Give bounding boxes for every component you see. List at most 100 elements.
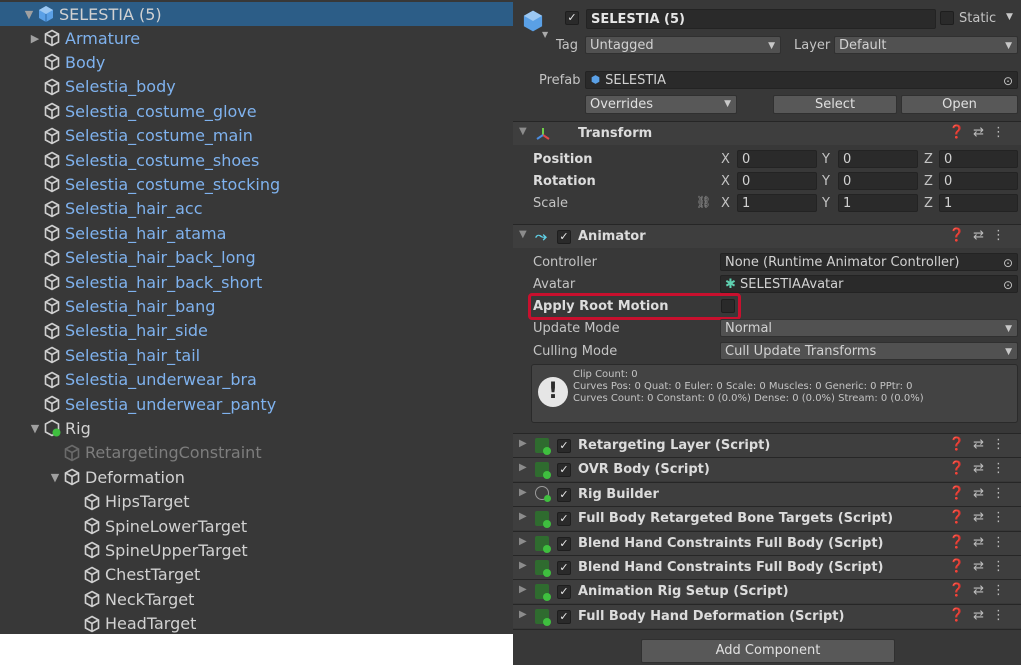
component-menu-icons[interactable]: ❓⇄⋮ <box>949 437 1013 452</box>
hierarchy-item[interactable]: Selestia_hair_bang <box>0 294 513 318</box>
hierarchy-item[interactable]: Selestia_costume_main <box>0 124 513 148</box>
hierarchy-item[interactable]: Body <box>0 50 513 74</box>
avatar-field[interactable]: ✱ SELESTIAAvatar ⊙ <box>720 275 1018 293</box>
hierarchy-item[interactable]: Selestia_underwear_panty <box>0 392 513 416</box>
hierarchy-item[interactable]: Selestia_underwear_bra <box>0 368 513 392</box>
static-checkbox[interactable] <box>940 11 954 25</box>
foldout-closed-icon[interactable]: ▶ <box>519 511 527 522</box>
hierarchy-item[interactable]: RetargetingConstraint <box>0 441 513 465</box>
hierarchy-item[interactable]: Selestia_hair_acc <box>0 197 513 221</box>
animator-header[interactable]: ▼ ⤳ ✓ Animator ❓⇄⋮ <box>513 224 1021 248</box>
component-header[interactable]: ▶ ✓ OVR Body (Script) ❓⇄⋮ <box>513 457 1021 482</box>
component-enabled-checkbox[interactable]: ✓ <box>557 512 571 527</box>
scale-z-field[interactable]: 1 <box>939 194 1018 212</box>
object-picker-icon[interactable]: ⊙ <box>1003 254 1013 270</box>
open-button[interactable]: Open <box>901 95 1018 114</box>
link-icon[interactable]: ⛓ <box>696 195 711 209</box>
hierarchy-item[interactable]: Selestia_hair_tail <box>0 343 513 367</box>
active-checkbox[interactable]: ✓ <box>565 11 579 25</box>
foldout-closed-icon[interactable]: ▶ <box>519 560 527 571</box>
component-menu-icons[interactable]: ❓⇄⋮ <box>949 510 1013 525</box>
hierarchy-item[interactable]: ▼ Deformation <box>0 465 513 489</box>
component-menu-icons[interactable]: ❓⇄⋮ <box>949 583 1013 598</box>
culling-mode-dropdown[interactable]: Cull Update Transforms ▼ <box>720 342 1018 360</box>
scale-y-field[interactable]: 1 <box>838 194 918 212</box>
rotation-x-field[interactable]: 0 <box>737 172 817 190</box>
component-enabled-checkbox[interactable]: ✓ <box>557 487 571 502</box>
add-component-button[interactable]: Add Component <box>641 639 895 663</box>
hierarchy-item[interactable]: HipsTarget <box>0 490 513 514</box>
tag-dropdown[interactable]: Untagged ▼ <box>585 36 781 54</box>
hierarchy-item[interactable]: Selestia_costume_glove <box>0 99 513 123</box>
component-enabled-checkbox[interactable]: ✓ <box>557 561 571 575</box>
hierarchy-item[interactable]: Selestia_costume_shoes <box>0 148 513 172</box>
object-picker-icon[interactable]: ⊙ <box>1003 72 1013 88</box>
component-header[interactable]: ▶ ✓ Full Body Retargeted Bone Targets (Scr… <box>513 506 1021 531</box>
hierarchy-item[interactable]: Selestia_hair_side <box>0 319 513 343</box>
hierarchy-item[interactable]: Selestia_hair_back_long <box>0 246 513 270</box>
component-enabled-checkbox[interactable]: ✓ <box>557 439 571 453</box>
scale-x-field[interactable]: 1 <box>737 194 817 212</box>
object-picker-icon[interactable]: ⊙ <box>1003 276 1013 292</box>
component-menu-icons[interactable]: ❓⇄⋮ <box>949 535 1013 550</box>
foldout-closed-icon[interactable]: ▶ <box>519 584 527 595</box>
component-menu-icons[interactable]: ❓⇄⋮ <box>949 461 1013 476</box>
layer-dropdown[interactable]: Default ▼ <box>834 36 1018 54</box>
component-enabled-checkbox[interactable]: ✓ <box>557 585 571 600</box>
hierarchy-item[interactable]: NeckTarget <box>0 587 513 611</box>
position-y-field[interactable]: 0 <box>838 150 918 168</box>
component-menu-icons[interactable]: ❓⇄⋮ <box>949 608 1013 623</box>
hierarchy-root-row[interactable]: ▼ SELESTIA (5) <box>0 2 513 26</box>
component-header[interactable]: ▶ ✓ Animation Rig Setup (Script) ❓⇄⋮ <box>513 579 1021 604</box>
foldout-closed-icon[interactable]: ▶ <box>519 536 527 547</box>
rotation-y-field[interactable]: 0 <box>838 172 918 190</box>
hierarchy-item[interactable]: SpineUpperTarget <box>0 538 513 562</box>
hierarchy-item[interactable]: Selestia_hair_back_short <box>0 270 513 294</box>
position-x-field[interactable]: 0 <box>737 150 817 168</box>
component-enabled-checkbox[interactable]: ✓ <box>557 536 571 551</box>
component-enabled-checkbox[interactable]: ✓ <box>557 609 571 624</box>
component-header[interactable]: ▶ ✓ Blend Hand Constraints Full Body (Scri… <box>513 555 1021 579</box>
component-menu-icons[interactable]: ❓⇄⋮ <box>949 559 1013 574</box>
component-menu-icons[interactable]: ❓⇄⋮ <box>949 125 1013 140</box>
hierarchy-item[interactable]: ChestTarget <box>0 563 513 587</box>
component-header[interactable]: ▶ ✓ Rig Builder ❓⇄⋮ <box>513 481 1021 506</box>
foldout-closed-icon[interactable]: ▶ <box>519 487 527 498</box>
hierarchy-item[interactable]: SpineLowerTarget <box>0 514 513 538</box>
overrides-dropdown[interactable]: Overrides ▼ <box>585 95 737 114</box>
hierarchy-item[interactable]: Selestia_costume_stocking <box>0 172 513 196</box>
prefab-field[interactable]: SELESTIA ⊙ <box>585 71 1018 89</box>
hierarchy-item[interactable]: Selestia_hair_atama <box>0 221 513 245</box>
component-header[interactable]: ▶ ✓ Retargeting Layer (Script) ❓⇄⋮ <box>513 433 1021 457</box>
foldout-open-icon[interactable]: ▼ <box>28 422 42 435</box>
chevron-down-icon: ▼ <box>1005 41 1012 51</box>
hierarchy-item[interactable]: ▶ Armature <box>0 26 513 50</box>
foldout-closed-icon[interactable]: ▶ <box>519 462 527 473</box>
component-header[interactable]: ▶ ✓ Full Body Hand Deformation (Script) ❓⇄⋮ <box>513 603 1021 628</box>
component-enabled-checkbox[interactable]: ✓ <box>557 463 571 478</box>
foldout-open-icon[interactable]: ▼ <box>519 229 527 240</box>
icon-dropdown-icon[interactable]: ▼ <box>542 30 548 39</box>
static-dropdown-icon[interactable]: ▼ <box>1006 12 1013 22</box>
hierarchy-item[interactable]: HeadTarget <box>0 612 513 634</box>
animator-enabled-checkbox[interactable]: ✓ <box>557 230 571 244</box>
foldout-closed-icon[interactable]: ▶ <box>519 438 527 449</box>
object-name-field[interactable]: SELESTIA (5) <box>586 9 936 29</box>
apply-root-motion-checkbox[interactable] <box>721 299 735 313</box>
foldout-closed-icon[interactable]: ▶ <box>519 609 527 620</box>
foldout-open-icon[interactable]: ▼ <box>48 471 62 484</box>
update-mode-dropdown[interactable]: Normal ▼ <box>720 319 1018 337</box>
transform-header[interactable]: ▼ Transform ❓⇄⋮ <box>513 121 1021 145</box>
controller-field[interactable]: None (Runtime Animator Controller) ⊙ <box>720 253 1018 271</box>
component-menu-icons[interactable]: ❓⇄⋮ <box>949 228 1013 243</box>
foldout-open-icon[interactable]: ▼ <box>519 126 527 137</box>
hierarchy-item[interactable]: ▼ Rig <box>0 416 513 440</box>
component-menu-icons[interactable]: ❓⇄⋮ <box>949 486 1013 501</box>
hierarchy-item[interactable]: Selestia_body <box>0 75 513 99</box>
rotation-z-field[interactable]: 0 <box>939 172 1018 190</box>
foldout-closed-icon[interactable]: ▶ <box>28 32 42 45</box>
position-z-field[interactable]: 0 <box>939 150 1018 168</box>
select-button[interactable]: Select <box>773 95 897 114</box>
foldout-open-icon[interactable]: ▼ <box>22 8 36 21</box>
component-header[interactable]: ▶ ✓ Blend Hand Constraints Full Body (Scri… <box>513 530 1021 555</box>
